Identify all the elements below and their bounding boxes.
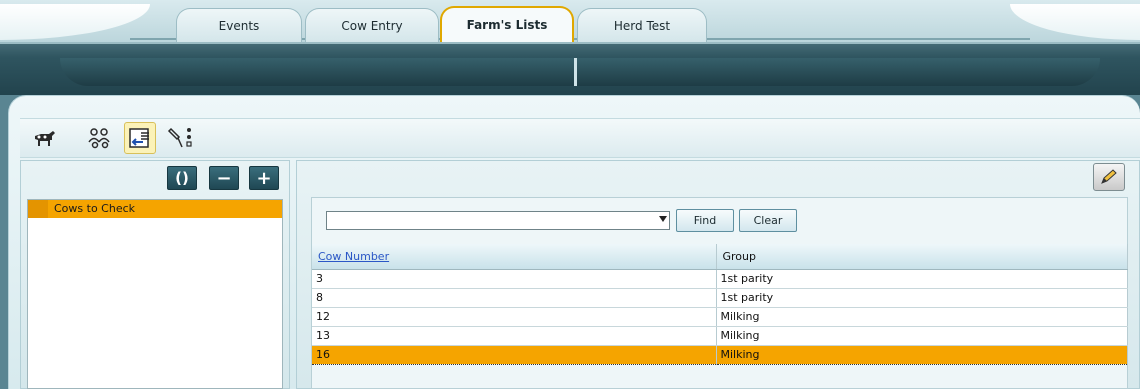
probe-filter-icon <box>167 127 192 148</box>
cow-events-icon <box>35 131 55 146</box>
sort-link-cow-number[interactable]: Cow Number <box>318 250 389 263</box>
dropdown-arrow-icon[interactable] <box>659 216 667 222</box>
cow-number-cell: 16 <box>312 344 717 365</box>
group-cell: Milking <box>716 326 1128 346</box>
cow-number-cell: 12 <box>312 307 717 327</box>
tab-herd-test[interactable]: Herd Test <box>577 8 707 42</box>
group-cell: Milking <box>716 344 1128 365</box>
probe-filter-tool-button[interactable] <box>166 122 198 154</box>
group-cell: Milking <box>716 307 1128 327</box>
clear-button[interactable]: Clear <box>739 209 797 232</box>
search-combobox[interactable] <box>326 211 670 230</box>
list-import-tool-button[interactable] <box>124 122 156 154</box>
table-row-selected[interactable]: 16 Milking <box>312 344 1128 365</box>
column-header-cow-number[interactable]: Cow Number <box>312 244 717 270</box>
list-item-cows-to-check[interactable]: Cows to Check <box>28 200 282 218</box>
table-header-row: Cow Number Group <box>312 244 1128 270</box>
header-divider <box>574 58 577 86</box>
search-combobox-value <box>327 214 331 227</box>
list-item-label: Cows to Check <box>54 202 136 215</box>
edit-button[interactable] <box>1093 163 1125 191</box>
add-list-button[interactable]: + <box>249 166 279 190</box>
header-dark-band <box>60 58 1100 86</box>
cow-number-cell: 13 <box>312 326 717 346</box>
refresh-button[interactable]: () <box>167 166 197 190</box>
people-groups-icon <box>88 128 110 149</box>
selection-marker <box>28 200 48 218</box>
column-header-group: Group <box>716 244 1128 270</box>
table-row[interactable]: 8 1st parity <box>312 288 1128 308</box>
table-row[interactable]: 13 Milking <box>312 326 1128 346</box>
cow-number-cell: 3 <box>312 269 717 289</box>
add-icon: + <box>256 167 272 189</box>
remove-list-button[interactable]: − <box>209 166 239 190</box>
group-cell: 1st parity <box>716 288 1128 308</box>
people-groups-tool-button[interactable] <box>84 122 116 154</box>
tab-events[interactable]: Events <box>176 8 302 42</box>
group-cell: 1st parity <box>716 269 1128 289</box>
table-row[interactable]: 3 1st parity <box>312 269 1128 289</box>
table-row[interactable]: 12 Milking <box>312 307 1128 327</box>
cow-events-tool-button[interactable] <box>28 122 60 154</box>
cow-number-cell: 8 <box>312 288 717 308</box>
refresh-icon: () <box>175 169 189 187</box>
tab-farms-lists[interactable]: Farm's Lists <box>440 6 574 42</box>
lists-listbox[interactable]: Cows to Check <box>27 199 283 389</box>
remove-icon: − <box>216 167 232 189</box>
find-button[interactable]: Find <box>676 209 734 232</box>
pencil-icon <box>1101 169 1117 184</box>
cows-table: Cow Number Group 3 1st parity 8 1st pari… <box>312 244 1128 365</box>
list-import-icon <box>129 128 149 148</box>
tab-cow-entry[interactable]: Cow Entry <box>305 8 439 42</box>
